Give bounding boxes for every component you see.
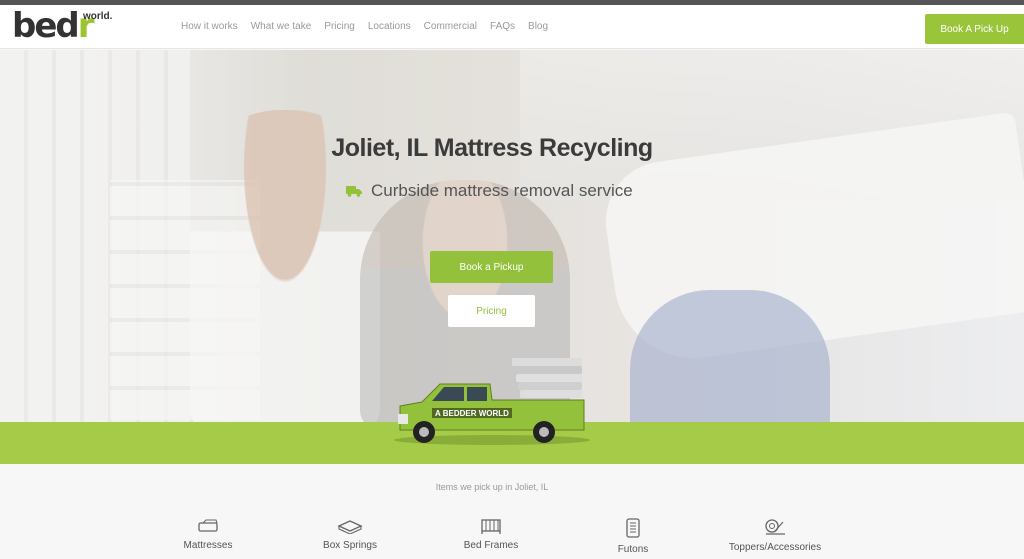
items-section: Items we pick up in Joliet, IL Mattresse…: [0, 464, 1024, 559]
bedr-world-logo[interactable]: bedr world.: [12, 7, 112, 45]
item-label: Futons: [617, 544, 649, 555]
pricing-button[interactable]: Pricing: [448, 295, 535, 327]
logo-bed-text: bed: [12, 6, 80, 46]
main-nav: How it works What we take Pricing Locati…: [181, 21, 548, 32]
item-bed-frames[interactable]: Bed Frames: [436, 518, 546, 551]
site-header: bedr world. How it works What we take Pr…: [0, 5, 1024, 49]
item-label: Toppers/Accessories: [728, 542, 822, 553]
item-futons[interactable]: Futons: [578, 518, 688, 555]
topper-icon: [765, 519, 785, 535]
truck-branding-text: A BEDDER WORLD: [435, 409, 509, 418]
item-toppers-accessories[interactable]: Toppers/Accessories: [720, 518, 830, 553]
book-pickup-header-button[interactable]: Book A Pick Up: [925, 14, 1024, 44]
book-pickup-button[interactable]: Book a Pickup: [430, 251, 553, 283]
mattress-icon: [198, 519, 218, 532]
item-mattresses[interactable]: Mattresses: [153, 518, 263, 551]
bed-frame-icon: [481, 519, 501, 534]
items-section-title: Items we pick up in Joliet, IL: [435, 482, 549, 492]
nav-what-we-take[interactable]: What we take: [251, 21, 312, 32]
nav-locations[interactable]: Locations: [368, 21, 411, 32]
nav-blog[interactable]: Blog: [528, 21, 548, 32]
box-spring-icon: [337, 520, 363, 534]
item-box-springs[interactable]: Box Springs: [295, 518, 405, 551]
item-label: Mattresses: [183, 540, 233, 551]
nav-pricing[interactable]: Pricing: [324, 21, 355, 32]
item-label: Bed Frames: [463, 540, 519, 551]
item-label: Box Springs: [323, 540, 377, 551]
pickup-truck-image: A BEDDER WORLD: [394, 358, 590, 445]
hero-subtitle: Curbside mattress removal service: [346, 181, 633, 201]
truck-icon: [346, 186, 362, 197]
hero-subtitle-text: Curbside mattress removal service: [371, 181, 633, 200]
hero-title: Joliet, IL Mattress Recycling: [331, 134, 653, 162]
logo-world-text: world.: [83, 11, 113, 22]
nav-how-it-works[interactable]: How it works: [181, 21, 238, 32]
nav-faqs[interactable]: FAQs: [490, 21, 515, 32]
nav-commercial[interactable]: Commercial: [424, 21, 477, 32]
futon-icon: [626, 518, 640, 538]
